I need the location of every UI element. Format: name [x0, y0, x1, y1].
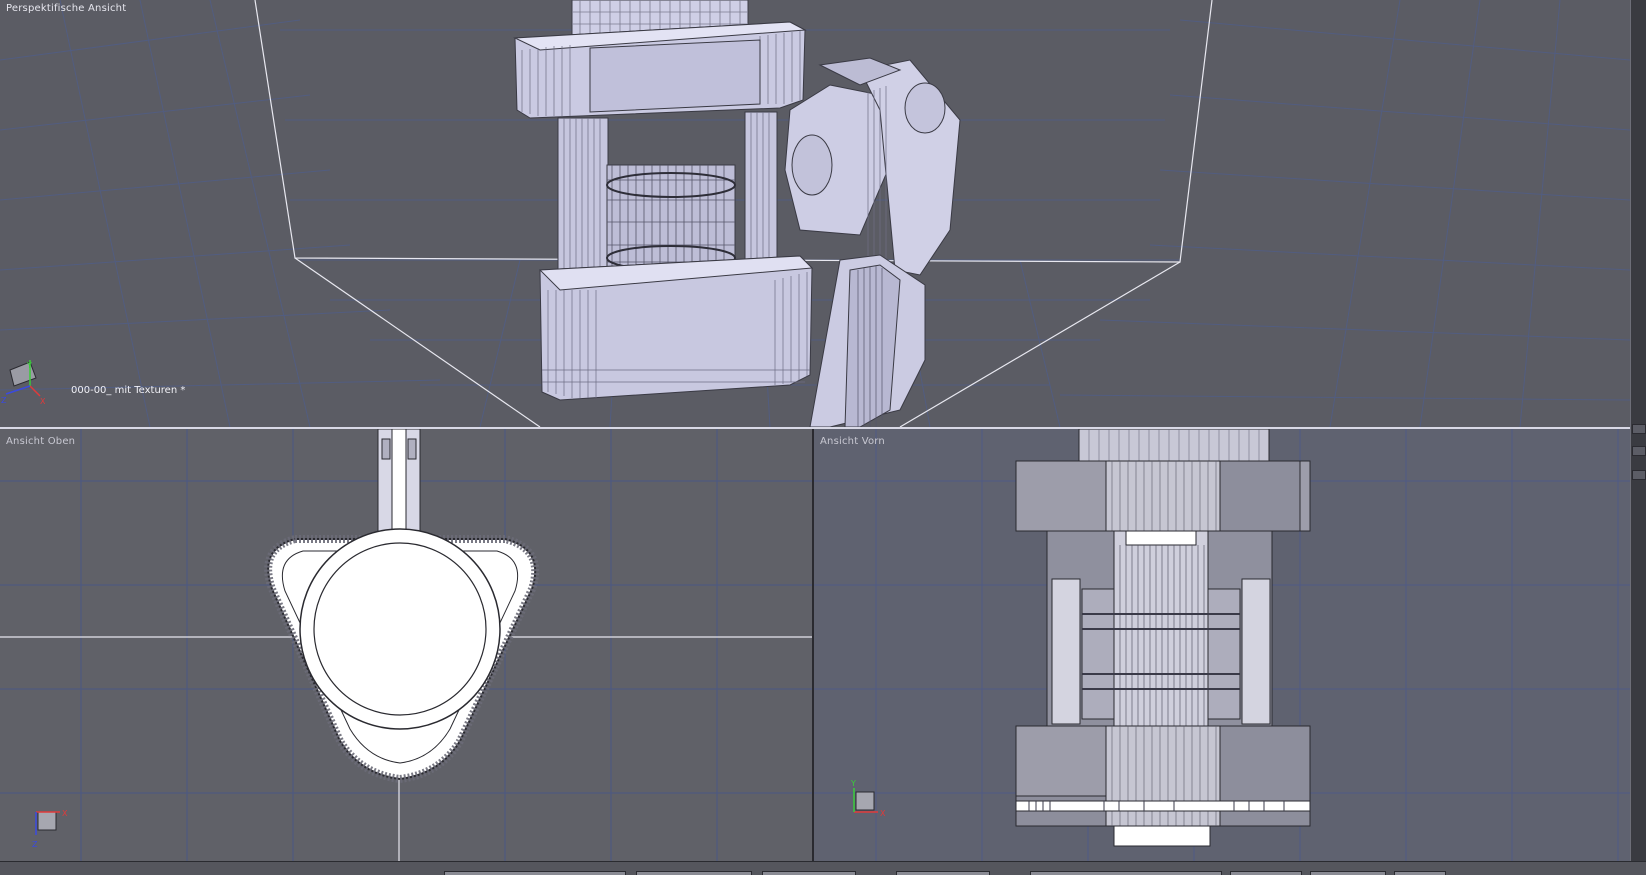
viewport-divider-handle-icon[interactable] — [1632, 424, 1646, 434]
axis-y-label: Y — [26, 361, 32, 370]
axis-x-label: X — [880, 809, 886, 818]
toolbar-tab[interactable] — [896, 871, 990, 875]
axis-z-label: Z — [1, 396, 7, 405]
scene-name: 000-00_ mit Texturen * — [71, 385, 186, 396]
perspective-viewport[interactable]: Y X Z Perspektifische Ansicht 000-00_ mi… — [0, 0, 1630, 429]
front-viewport[interactable]: Y X Ansicht Vorn — [814, 429, 1630, 861]
front-scene: Y X — [814, 429, 1630, 861]
viewport-label-perspective: Perspektifische Ansicht — [6, 3, 127, 14]
scroll-arrow-icon[interactable] — [1632, 470, 1646, 480]
perspective-scene: Y X Z — [0, 0, 1630, 427]
toolbar-tab[interactable] — [1394, 871, 1446, 875]
toolbar-tab[interactable] — [762, 871, 856, 875]
toolbar-tab[interactable] — [1030, 871, 1222, 875]
viewport-label-top: Ansicht Oben — [6, 436, 76, 447]
toolbar-tab[interactable] — [1310, 871, 1386, 875]
axis-z-label: Z — [32, 840, 38, 849]
axis-x-label: X — [40, 397, 46, 406]
toolbar-tab[interactable] — [636, 871, 752, 875]
axis-x-label: X — [62, 809, 68, 818]
top-viewport[interactable]: X Z Ansicht Oben — [0, 429, 814, 861]
viewport-label-front: Ansicht Vorn — [820, 436, 885, 447]
axis-gizmo-icon: Y X — [850, 779, 886, 818]
axis-y-label: Y — [850, 779, 856, 788]
top-scene: X Z — [0, 429, 812, 861]
front-mesh — [1015, 429, 1311, 847]
robot-joint-mesh — [513, 0, 961, 427]
toolbar-tab[interactable] — [444, 871, 626, 875]
toolbar-tab[interactable] — [1230, 871, 1302, 875]
axis-gizmo-icon: Y X Z — [1, 360, 46, 406]
axis-gizmo-icon: X Z — [32, 809, 68, 849]
scroll-arrow-icon[interactable] — [1632, 446, 1646, 456]
